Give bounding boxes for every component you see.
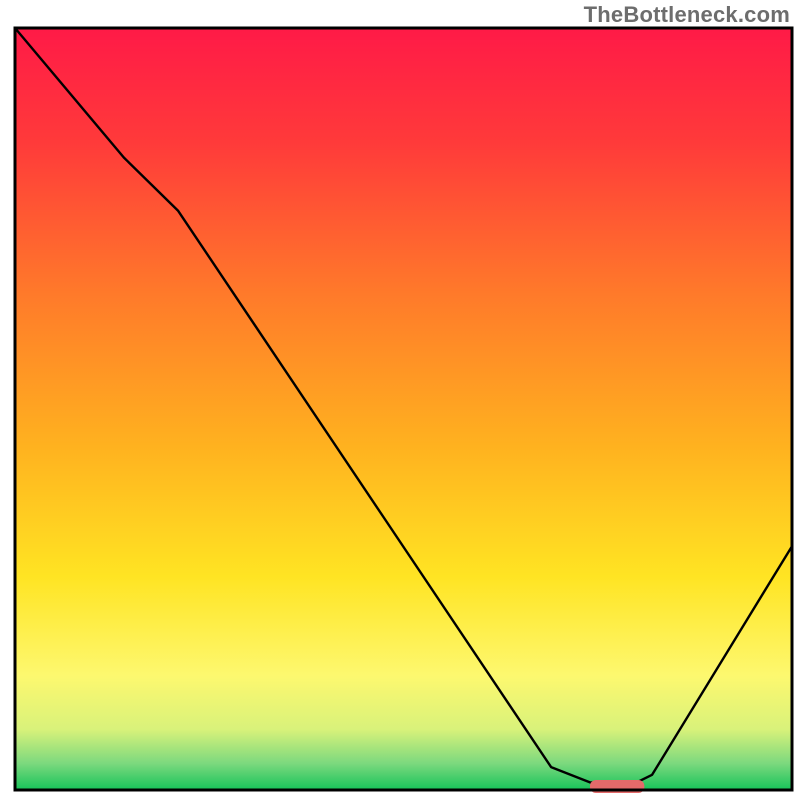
gradient-background <box>15 28 792 790</box>
bottleneck-chart <box>0 0 800 800</box>
watermark-text: TheBottleneck.com <box>584 2 790 28</box>
chart-container: TheBottleneck.com <box>0 0 800 800</box>
